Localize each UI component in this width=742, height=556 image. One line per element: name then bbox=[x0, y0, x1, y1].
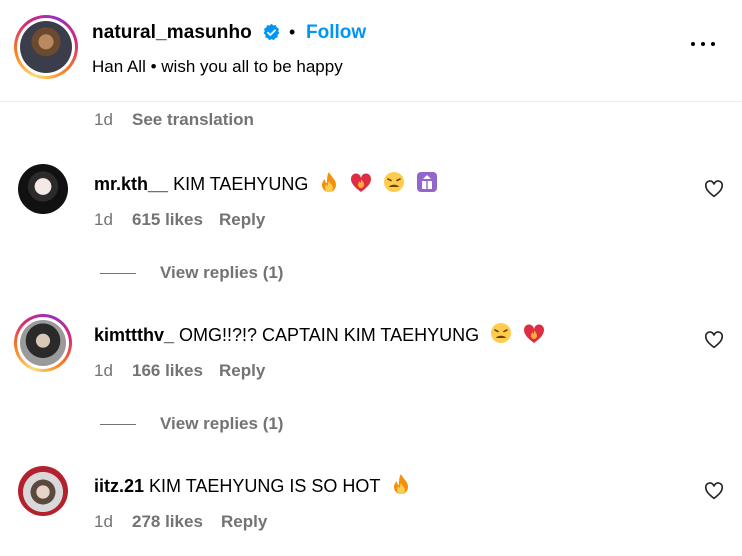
like-heart-icon[interactable] bbox=[704, 331, 724, 349]
comment-text: KIM TAEHYUNG bbox=[173, 174, 309, 194]
elevator-emoji-icon bbox=[417, 172, 438, 192]
follow-button[interactable]: Follow bbox=[306, 22, 366, 44]
reply-button[interactable]: Reply bbox=[219, 210, 265, 230]
comment-text: KIM TAEHYUNG IS SO HOT bbox=[149, 476, 381, 496]
like-heart-icon[interactable] bbox=[704, 180, 724, 198]
view-replies-button[interactable]: View replies (1) bbox=[160, 414, 283, 434]
comment-time: 1d bbox=[94, 210, 113, 229]
comment-text: OMG!!?!? CAPTAIN KIM TAEHYUNG bbox=[179, 325, 480, 345]
post-header: natural_masunho • Follow Han All • wish … bbox=[0, 0, 742, 102]
comment-avatar[interactable] bbox=[18, 164, 68, 214]
post-time: 1d bbox=[94, 110, 113, 129]
reply-button[interactable]: Reply bbox=[219, 361, 265, 381]
weary-face-emoji-icon bbox=[491, 323, 512, 343]
comment-time: 1d bbox=[94, 361, 113, 380]
verified-badge-icon bbox=[263, 23, 280, 41]
replies-divider bbox=[100, 273, 136, 274]
weary-face-emoji-icon bbox=[384, 172, 405, 192]
comment-body: kimttthv_ OMG!!?!? CAPTAIN KIM TAEHYUNG bbox=[94, 322, 545, 346]
post-subtitle: Han All • wish you all to be happy bbox=[92, 57, 343, 76]
fire-emoji-icon bbox=[322, 172, 337, 192]
comment-body: iitz.21 KIM TAEHYUNG IS SO HOT bbox=[94, 473, 411, 497]
comment-avatar[interactable] bbox=[14, 314, 72, 372]
reply-button[interactable]: Reply bbox=[221, 512, 267, 532]
comment-username[interactable]: mr.kth__ bbox=[94, 174, 168, 194]
comment-body: mr.kth__ KIM TAEHYUNG bbox=[94, 171, 438, 195]
likes-count[interactable]: 166 likes bbox=[132, 361, 203, 381]
comment-time: 1d bbox=[94, 512, 113, 531]
see-translation-link[interactable]: See translation bbox=[132, 110, 254, 130]
owner-avatar[interactable] bbox=[14, 15, 78, 79]
more-options-icon[interactable] bbox=[689, 34, 717, 54]
comment-avatar[interactable] bbox=[18, 466, 68, 516]
fire-emoji-icon bbox=[394, 474, 409, 494]
comment-username[interactable]: kimttthv_ bbox=[94, 325, 174, 345]
replies-divider bbox=[100, 424, 136, 425]
owner-username[interactable]: natural_masunho bbox=[92, 22, 252, 44]
comment-username[interactable]: iitz.21 bbox=[94, 476, 144, 496]
heart-on-fire-emoji-icon bbox=[351, 173, 372, 192]
likes-count[interactable]: 615 likes bbox=[132, 210, 203, 230]
like-heart-icon[interactable] bbox=[704, 482, 724, 500]
separator-dot: • bbox=[289, 22, 296, 42]
likes-count[interactable]: 278 likes bbox=[132, 512, 203, 532]
heart-on-fire-emoji-icon bbox=[524, 324, 545, 343]
view-replies-button[interactable]: View replies (1) bbox=[160, 263, 283, 283]
